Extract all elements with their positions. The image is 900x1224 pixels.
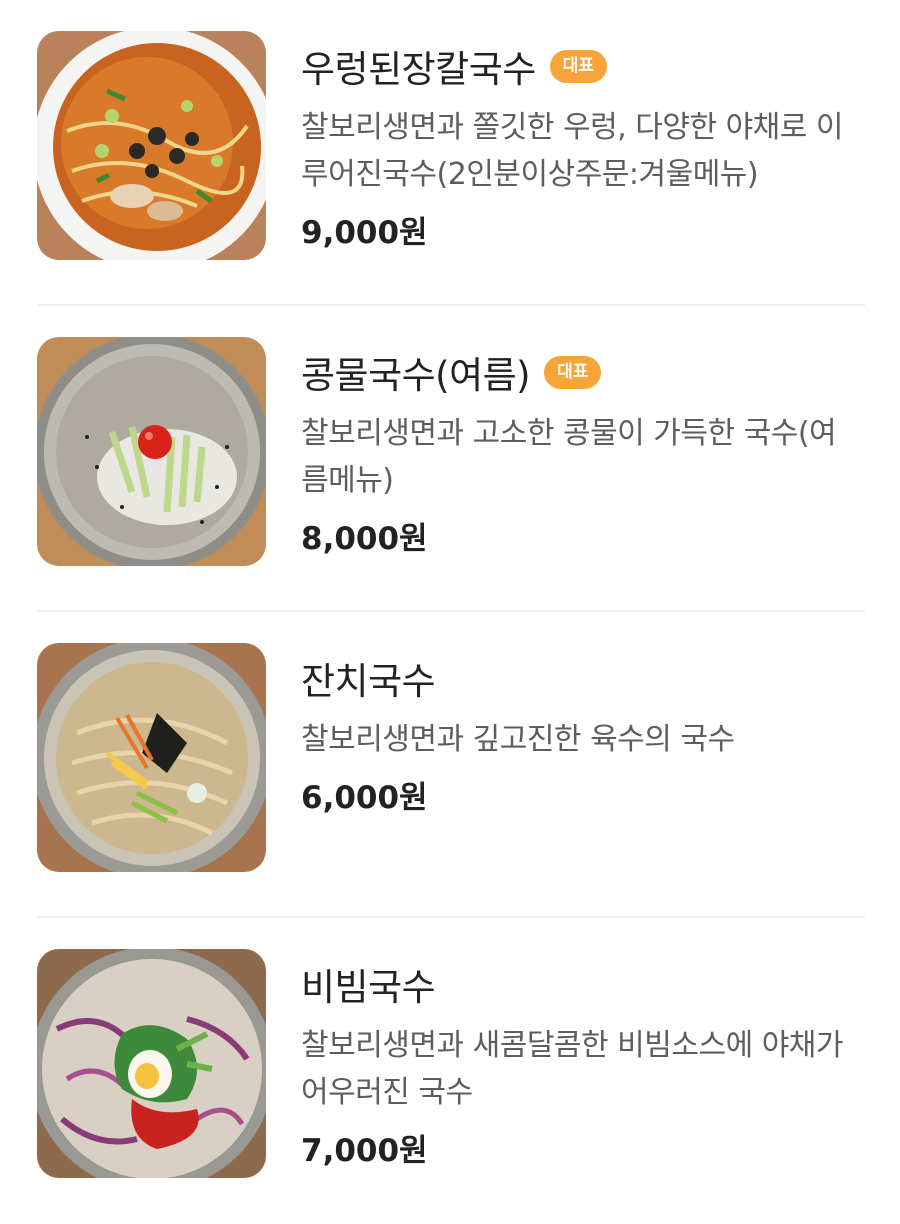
menu-list: 우렁된장칼국수 대표 찰보리생면과 쫄깃한 우렁, 다양한 야채로 이루어진국수… <box>0 0 900 1201</box>
menu-item-photo[interactable] <box>37 949 266 1178</box>
menu-item-name: 콩물국수(여름) <box>301 354 531 397</box>
menu-item-info: 비빔국수 찰보리생면과 새콤달콤한 비빔소스에 야채가 어우러진 국수 7,00… <box>301 954 871 1170</box>
signature-badge: 대표 <box>549 49 608 83</box>
menu-item-title-row: 잔치국수 <box>301 648 871 708</box>
menu-item-description: 찰보리생면과 새콤달콤한 비빔소스에 야채가 어우러진 국수 <box>301 1028 844 1110</box>
menu-item-title-row: 콩물국수(여름) 대표 <box>301 342 871 402</box>
janchi-guksu-photo <box>37 643 266 872</box>
menu-item-description: 찰보리생면과 깊고진한 육수의 국수 <box>301 722 735 757</box>
menu-item-price: 7,000원 <box>301 1133 428 1169</box>
menu-item-janchi-guksu[interactable]: 잔치국수 찰보리생면과 깊고진한 육수의 국수 6,000원 <box>0 612 900 918</box>
menu-item-photo[interactable] <box>37 643 266 872</box>
menu-item-bibim-guksu[interactable]: 비빔국수 찰보리생면과 새콤달콤한 비빔소스에 야채가 어우러진 국수 7,00… <box>0 918 900 1224</box>
menu-item-name: 비빔국수 <box>301 966 436 1009</box>
menu-item-doenjang-kalguksu[interactable]: 우렁된장칼국수 대표 찰보리생면과 쫄깃한 우렁, 다양한 야채로 이루어진국수… <box>0 0 900 306</box>
signature-badge: 대표 <box>544 355 602 389</box>
menu-item-description: 찰보리생면과 고소한 콩물이 가득한 국수(여름메뉴) <box>301 416 837 498</box>
menu-item-info: 잔치국수 찰보리생면과 깊고진한 육수의 국수 6,000원 <box>301 648 871 817</box>
menu-item-price: 9,000원 <box>301 215 428 251</box>
menu-item-info: 우렁된장칼국수 대표 찰보리생면과 쫄깃한 우렁, 다양한 야채로 이루어진국수… <box>301 36 871 252</box>
menu-item-photo[interactable] <box>37 31 266 260</box>
menu-item-kongguksu[interactable]: 콩물국수(여름) 대표 찰보리생면과 고소한 콩물이 가득한 국수(여름메뉴) … <box>0 306 900 612</box>
menu-item-info: 콩물국수(여름) 대표 찰보리생면과 고소한 콩물이 가득한 국수(여름메뉴) … <box>301 342 871 558</box>
menu-item-name: 우렁된장칼국수 <box>301 48 536 91</box>
menu-item-name: 잔치국수 <box>301 660 436 703</box>
bibim-guksu-photo <box>37 949 266 1178</box>
menu-item-photo[interactable] <box>37 337 266 566</box>
menu-item-title-row: 우렁된장칼국수 대표 <box>301 36 871 96</box>
menu-item-price: 6,000원 <box>301 780 428 816</box>
menu-item-price: 8,000원 <box>301 521 428 557</box>
menu-item-description: 찰보리생면과 쫄깃한 우렁, 다양한 야채로 이루어진국수(2인분이상주문:겨울… <box>301 110 844 192</box>
doenjang-kalguksu-photo <box>37 31 266 260</box>
menu-item-title-row: 비빔국수 <box>301 954 871 1014</box>
kongguksu-photo <box>37 337 266 566</box>
